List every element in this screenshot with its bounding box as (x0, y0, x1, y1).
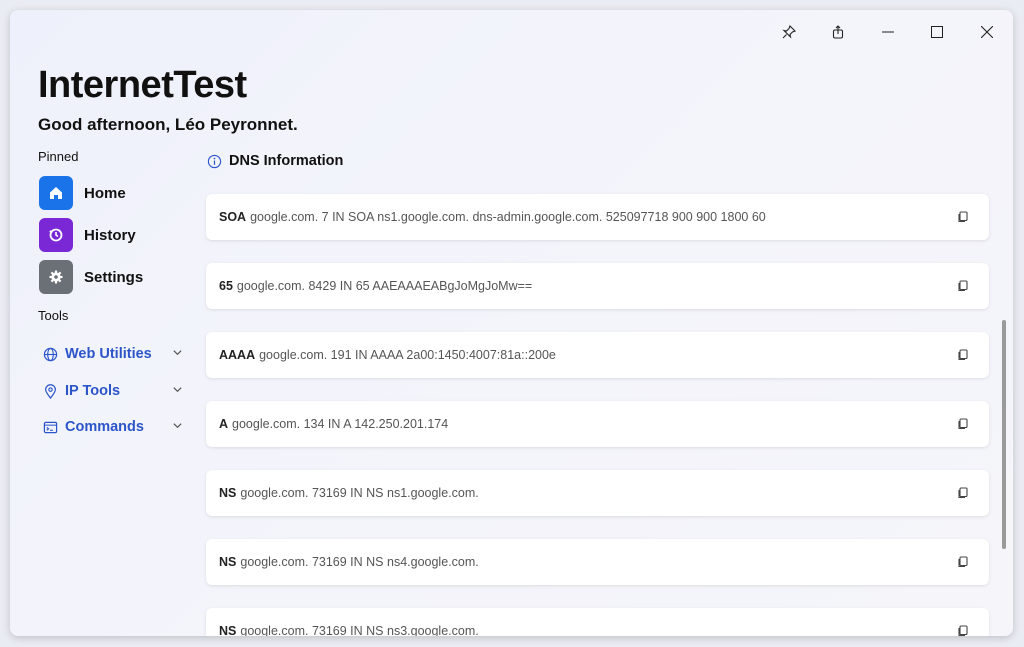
tools-section-label: Tools (38, 308, 69, 323)
record-value: google.com. 73169 IN NS ns4.google.com. (240, 555, 479, 569)
location-pin-icon (45, 383, 56, 399)
sidebar-item-history[interactable]: History (39, 218, 136, 252)
copy-icon (958, 625, 968, 636)
share-button[interactable] (818, 18, 858, 46)
dns-section-title: DNS Information (229, 153, 344, 169)
scrollbar-thumb[interactable] (1002, 320, 1006, 549)
close-button[interactable] (967, 18, 1007, 46)
app-title: InternetTest (38, 64, 247, 106)
copy-icon (958, 280, 968, 292)
copy-icon (958, 556, 968, 568)
sidebar-item-label: IP Tools (65, 383, 121, 399)
copy-button[interactable] (955, 416, 971, 432)
app-window: InternetTest Good afternoon, Léo Peyronn… (10, 10, 1013, 636)
chevron-down-icon (173, 423, 182, 429)
record-value: google.com. 7 IN SOA ns1.google.com. dns… (250, 210, 766, 224)
record-value: google.com. 134 IN A 142.250.201.174 (232, 417, 449, 431)
pinned-section-label: Pinned (38, 149, 79, 164)
sidebar-item-label: Settings (84, 268, 144, 286)
dns-record-row: SOA google.com. 7 IN SOA ns1.google.com. … (206, 194, 989, 240)
sidebar-item-label: Home (84, 184, 126, 202)
copy-button[interactable] (955, 209, 971, 225)
copy-icon (958, 211, 968, 223)
sidebar-item-label: Web Utilities (65, 346, 152, 362)
home-icon (39, 176, 73, 210)
dns-record-row: 65 google.com. 8429 IN 65 AAEAAAEABgJoMgJ… (206, 263, 989, 309)
minimize-icon (882, 31, 894, 33)
maximize-button[interactable] (917, 18, 957, 46)
copy-button[interactable] (955, 278, 971, 294)
globe-icon (43, 347, 58, 361)
dns-record-row: NS google.com. 73169 IN NS ns3.google.com… (206, 608, 989, 636)
history-icon (39, 218, 73, 252)
copy-icon (958, 487, 968, 499)
pin-window-button[interactable] (769, 18, 809, 46)
gear-icon (39, 260, 73, 294)
record-type: NS (219, 624, 237, 636)
sidebar-item-commands[interactable]: Commands (43, 415, 183, 439)
greeting-text: Good afternoon, Léo Peyronnet. (38, 115, 298, 134)
chevron-down-icon (173, 350, 182, 356)
copy-button[interactable] (955, 554, 971, 570)
copy-icon (958, 418, 968, 430)
dns-record-row: NS google.com. 73169 IN NS ns4.google.com… (206, 539, 989, 585)
sidebar-item-settings[interactable]: Settings (39, 260, 143, 294)
sidebar-item-web-utilities[interactable]: Web Utilities (43, 342, 183, 366)
sidebar-item-home[interactable]: Home (39, 176, 126, 210)
copy-button[interactable] (955, 485, 971, 501)
record-value: google.com. 73169 IN NS ns1.google.com. (240, 486, 479, 500)
copy-button[interactable] (955, 347, 971, 363)
dns-record-row: Agoogle.com. 134 IN A 142.250.201.174 (206, 401, 989, 447)
info-icon (207, 154, 222, 168)
dns-record-list: SOA google.com. 7 IN SOA ns1.google.com. … (200, 184, 1000, 636)
maximize-icon (931, 26, 943, 38)
copy-button[interactable] (955, 623, 971, 636)
record-value: google.com. 8429 IN 65 AAEAAAEABgJoMgJoM… (236, 279, 533, 293)
pin-icon (782, 25, 796, 39)
sidebar-item-label: Commands (65, 419, 144, 435)
record-type: A (219, 417, 229, 431)
record-type: NS (219, 555, 237, 569)
record-type: 65 (219, 279, 233, 293)
record-type: NS (219, 486, 237, 500)
dns-record-row: NS google.com. 73169 IN NS ns1.google.com… (206, 470, 989, 516)
record-value: google.com. 191 IN AAAA 2a00:1450:4007:8… (259, 348, 556, 362)
record-value: google.com. 73169 IN NS ns3.google.com. (240, 624, 479, 636)
sidebar-item-ip-tools[interactable]: IP Tools (43, 379, 183, 403)
record-type: SOA (219, 210, 247, 224)
minimize-button[interactable] (868, 18, 908, 46)
dns-record-row: AAAA google.com. 191 IN AAAA 2a00:1450:40… (206, 332, 989, 378)
sidebar-item-label: History (84, 226, 136, 244)
close-icon (981, 26, 993, 38)
chevron-down-icon (173, 387, 182, 393)
share-icon (832, 25, 844, 39)
copy-icon (958, 349, 968, 361)
dns-section-header: DNS Information (207, 153, 343, 169)
terminal-icon (43, 421, 58, 433)
record-type: AAAA (219, 348, 256, 362)
